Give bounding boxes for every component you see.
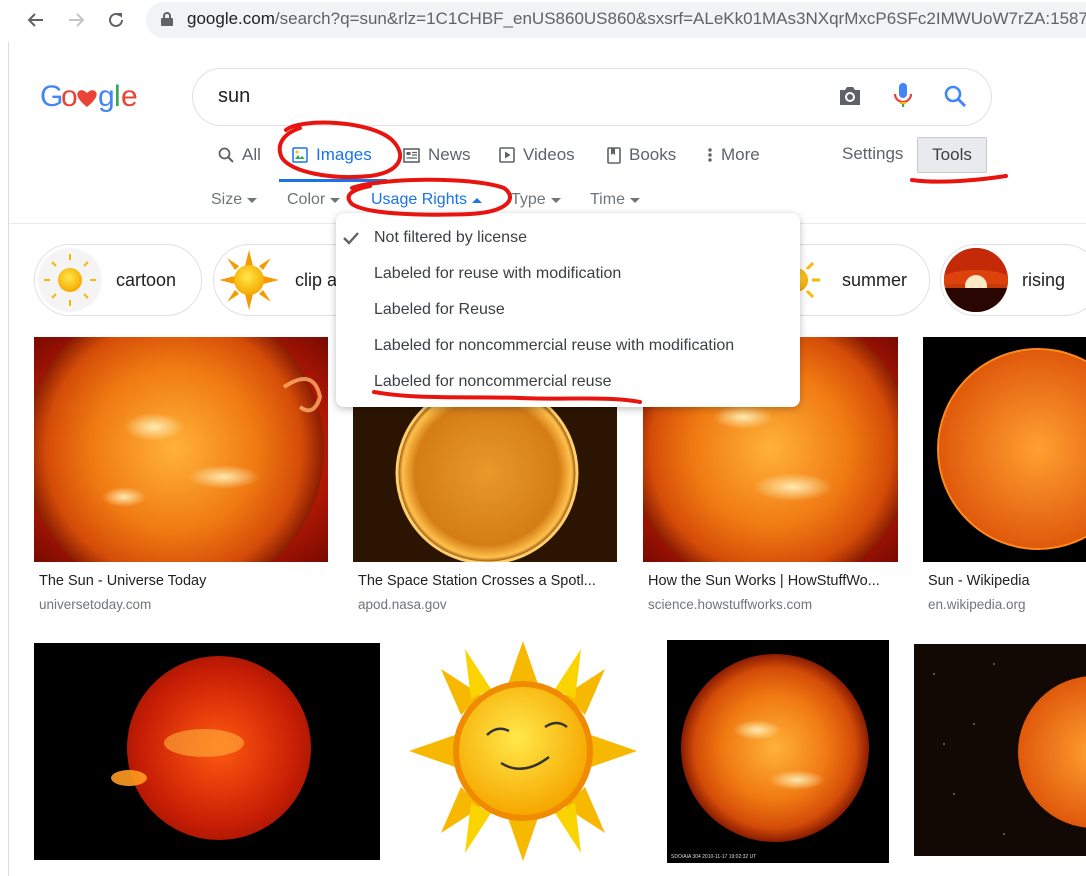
result-title[interactable]: How the Sun Works | HowStuffWo... [648, 573, 898, 589]
result-source: apod.nasa.gov [358, 597, 447, 612]
play-icon [499, 147, 515, 163]
caret-down-icon [629, 197, 640, 203]
menu-item-not-filtered[interactable]: Not filtered by license [374, 229, 527, 247]
svg-text:G: G [40, 80, 63, 113]
tab-videos[interactable]: Videos [499, 144, 575, 166]
url-path: /search?q=sun&rlz=1C1CHBF_enUS860US860&s… [274, 9, 1086, 28]
browser-toolbar: google.com/search?q=sun&rlz=1C1CHBF_enUS… [0, 0, 1086, 40]
menu-item-noncommercial-modification[interactable]: Labeled for noncommercial reuse with mod… [374, 337, 734, 355]
menu-item-noncommercial-reuse[interactable]: Labeled for noncommercial reuse [374, 373, 611, 391]
result-image-7[interactable]: SDO/AIA 304 2010-11-17 19:02:32 UT [667, 640, 889, 863]
caret-down-icon [330, 197, 341, 203]
google-logo[interactable]: G o g l e [40, 78, 140, 122]
url-host: google.com [187, 9, 275, 28]
tab-label: Books [629, 145, 677, 164]
search-input[interactable]: sun [218, 85, 250, 108]
image-icon [292, 147, 308, 163]
result-source: en.wikipedia.org [928, 597, 1026, 612]
caret-up-icon [472, 197, 483, 203]
chip-cartoon[interactable]: cartoon [34, 244, 202, 316]
back-arrow-icon[interactable] [24, 8, 48, 32]
svg-text:e: e [121, 80, 137, 113]
tab-label: All [242, 145, 261, 164]
result-image-8[interactable] [914, 644, 1086, 856]
filter-label: Color [287, 191, 326, 208]
chip-thumbnail [217, 248, 281, 312]
tab-all[interactable]: All [218, 144, 261, 166]
chip-label: rising [1022, 269, 1066, 290]
forward-arrow-icon[interactable] [64, 8, 88, 32]
chip-label: cartoon [116, 269, 177, 290]
filter-label: Time [590, 191, 625, 208]
result-title[interactable]: The Space Station Crosses a Spotl... [358, 573, 618, 589]
active-tab-indicator [279, 179, 387, 182]
lock-icon [160, 11, 174, 27]
tools-button[interactable]: Tools [917, 137, 987, 173]
tab-label: Videos [523, 145, 575, 164]
book-icon [607, 146, 621, 164]
filter-color[interactable]: Color [287, 191, 341, 209]
caret-down-icon [247, 197, 258, 203]
checkmark-icon [342, 229, 360, 247]
reload-icon[interactable] [104, 8, 128, 32]
result-title[interactable]: The Sun - Universe Today [39, 573, 324, 589]
result-source: universetoday.com [39, 597, 152, 612]
svg-text:o: o [61, 80, 77, 113]
menu-item-reuse-modification[interactable]: Labeled for reuse with modification [374, 265, 621, 283]
svg-text:g: g [98, 80, 114, 113]
url-text: google.com/search?q=sun&rlz=1C1CHBF_enUS… [187, 9, 1086, 29]
chip-thumbnail [944, 248, 1008, 312]
result-source: science.howstuffworks.com [648, 597, 813, 612]
tools-underline-annotation [910, 174, 1008, 184]
result-image-6[interactable] [405, 639, 642, 863]
filter-size[interactable]: Size [211, 191, 258, 209]
result-image-1[interactable] [34, 337, 328, 562]
search-icon [218, 147, 234, 163]
filter-type[interactable]: Type [511, 191, 561, 209]
svg-text:l: l [114, 80, 120, 113]
settings-link[interactable]: Settings [842, 144, 903, 164]
chip-label: clip a [295, 269, 338, 290]
result-title[interactable]: Sun - Wikipedia [928, 573, 1078, 589]
tab-label: More [721, 145, 760, 164]
chip-thumbnail [38, 248, 102, 312]
caret-down-icon [550, 197, 561, 203]
filter-label: Type [511, 191, 546, 208]
result-image-2[interactable] [353, 403, 617, 562]
tab-more[interactable]: More [707, 144, 760, 166]
tab-news[interactable]: News [403, 144, 471, 166]
filter-time[interactable]: Time [590, 191, 640, 209]
search-box[interactable] [192, 68, 992, 126]
more-vertical-icon [708, 148, 712, 162]
chip-label: summer [842, 269, 908, 290]
news-icon [403, 147, 420, 163]
chip-rising[interactable]: rising [940, 244, 1086, 316]
result-image-4[interactable] [923, 337, 1086, 562]
search-icon[interactable] [941, 82, 969, 110]
filter-label: Size [211, 191, 243, 208]
filter-label: Usage Rights [371, 191, 468, 208]
microphone-icon[interactable] [889, 82, 917, 110]
result-image-5[interactable] [34, 643, 380, 860]
tab-books[interactable]: Books [607, 144, 676, 166]
tab-label: News [428, 145, 471, 164]
tab-images[interactable]: Images [292, 144, 372, 166]
tab-label: Images [316, 145, 372, 164]
filter-usage-rights[interactable]: Usage Rights [371, 191, 483, 209]
camera-icon[interactable] [836, 82, 864, 110]
page-left-border [8, 42, 9, 876]
image-caption: SDO/AIA 304 2010-11-17 19:02:32 UT [671, 854, 756, 860]
menu-item-reuse[interactable]: Labeled for Reuse [374, 301, 505, 319]
